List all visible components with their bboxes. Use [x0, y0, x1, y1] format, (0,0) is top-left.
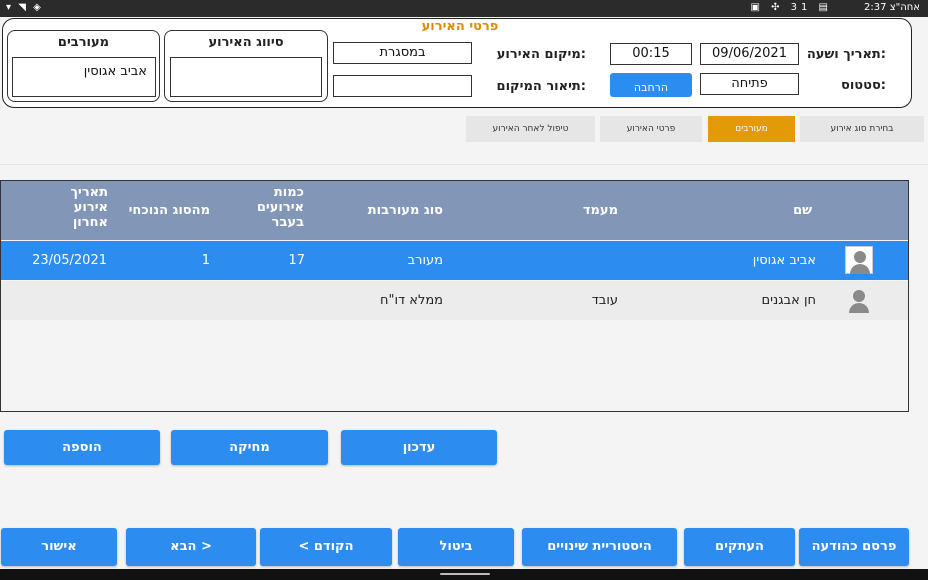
location-description-label: תיאור המיקום: — [496, 79, 586, 94]
row-involvement-type: מעורב — [407, 253, 443, 268]
publish-as-message-button[interactable]: פרסם כהודעה — [799, 528, 909, 566]
date-field[interactable]: 09/06/2021 — [700, 43, 799, 65]
tab-involved[interactable]: מעורבים — [708, 116, 795, 142]
tab-event-type[interactable]: בחירת סוג אירוע — [800, 116, 924, 142]
location-label: מיקום האירוע: — [496, 47, 586, 62]
approve-button[interactable]: אישור — [1, 528, 117, 566]
column-header-name[interactable]: שם — [793, 203, 812, 218]
status-field[interactable]: פתיחה — [700, 73, 799, 95]
status-bar: ▾ ◥ ◈ ▣ ✣ 31 ▤ אחה"צ 2:37 — [0, 0, 928, 17]
classification-field[interactable] — [170, 57, 322, 97]
status-time: אחה"צ 2:37 — [864, 2, 920, 13]
column-header-status[interactable]: מעמד — [583, 203, 618, 218]
table-row[interactable]: חן אבגנים עובד ממלא דו"ח — [1, 281, 908, 320]
column-header-involvement-type[interactable]: סוג מעורבות — [368, 203, 443, 218]
update-button[interactable]: עדכון — [341, 430, 497, 465]
column-header-last-event-date[interactable]: תאריך אירוע אחרון — [52, 185, 108, 230]
involved-table: שם מעמד סוג מעורבות כמות אירועים בעבר מה… — [0, 180, 909, 412]
involved-title: מעורבים — [57, 35, 110, 50]
page-title: פרטי האירוע — [421, 19, 499, 34]
row-involvement-type: ממלא דו"ח — [380, 293, 443, 308]
divider — [0, 164, 928, 165]
row-past-events: 17 — [288, 253, 305, 268]
user-avatar-icon — [845, 286, 873, 314]
previous-button[interactable]: < הקודם — [260, 528, 392, 566]
table-row[interactable]: אביב אגוסין מעורב 17 1 23/05/2021 — [1, 241, 908, 280]
tab-event-details[interactable]: פרטי האירוע — [600, 116, 702, 142]
next-button[interactable]: הבא > — [126, 528, 256, 566]
delete-button[interactable]: מחיקה — [171, 430, 328, 465]
cancel-button[interactable]: ביטול — [398, 528, 514, 566]
tab-post-event-handling[interactable]: טיפול לאחר האירוע — [466, 116, 595, 142]
location-field[interactable]: במסגרת — [333, 42, 472, 64]
change-history-button[interactable]: היסטוריית שינויים — [522, 528, 677, 566]
row-name: אביב אגוסין — [752, 253, 816, 268]
classification-title: סיווג האירוע — [208, 35, 284, 50]
time-field[interactable]: 00:15 — [610, 43, 692, 65]
copies-button[interactable]: העתקים — [684, 528, 795, 566]
status-right-icons: ▣ ✣ 31 ▤ — [750, 2, 832, 13]
row-last-event-date: 23/05/2021 — [32, 253, 107, 268]
row-status: עובד — [591, 293, 618, 308]
involved-field[interactable]: אביב אגוסין — [12, 57, 156, 97]
location-description-field[interactable] — [333, 75, 472, 97]
system-nav-bar — [0, 569, 928, 580]
home-handle[interactable] — [440, 573, 490, 575]
row-name: חן אבגנים — [761, 293, 816, 308]
expand-button[interactable]: הרחבה — [610, 73, 692, 97]
row-current-type: 1 — [201, 253, 210, 268]
status-left-icons: ▾ ◥ ◈ — [6, 2, 43, 13]
table-header: שם מעמד סוג מעורבות כמות אירועים בעבר מה… — [1, 181, 908, 240]
datetime-label: תאריך ושעה: — [806, 47, 886, 62]
column-header-past-events[interactable]: כמות אירועים בעבר — [234, 185, 304, 230]
column-header-current-type[interactable]: מהסוג הנוכחי — [129, 203, 210, 218]
user-avatar-icon — [845, 246, 873, 274]
add-button[interactable]: הוספה — [4, 430, 160, 465]
status-label: סטטוס: — [841, 78, 886, 93]
